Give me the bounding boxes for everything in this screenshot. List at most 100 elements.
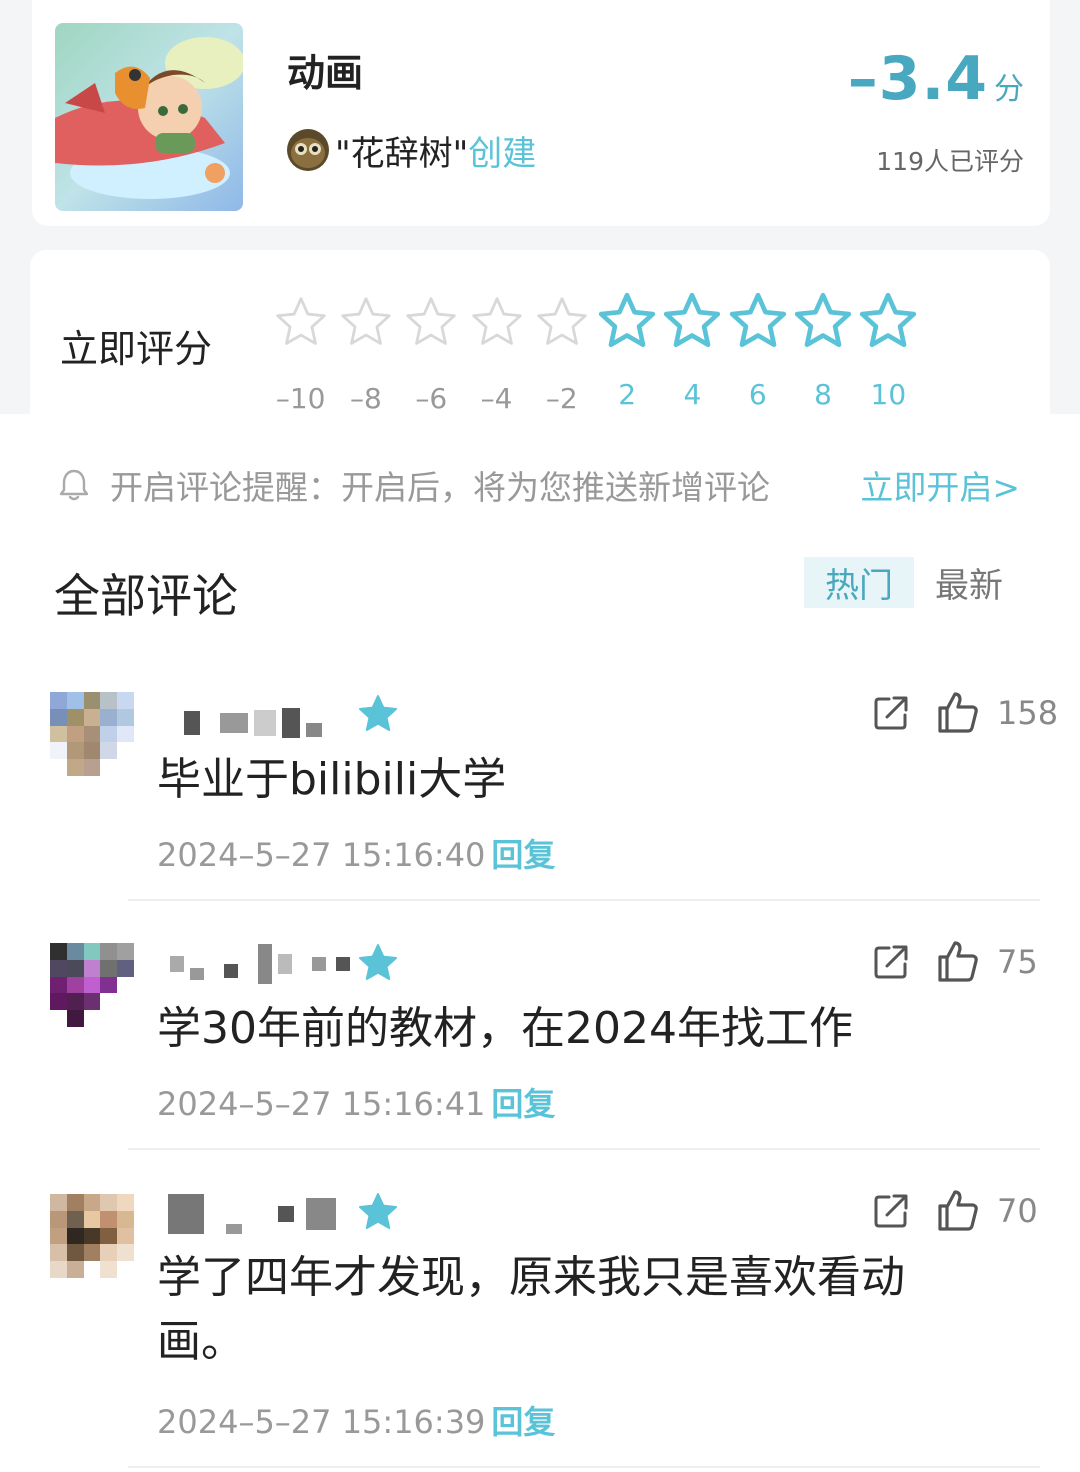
comment-text: 学30年前的教材，在2024年找工作 (157, 1003, 853, 1054)
all-comments-title: 全部评论 (54, 569, 238, 623)
avatar-mosaic-tile (50, 1244, 67, 1262)
thumbs-up-icon[interactable] (936, 690, 980, 734)
username-redacted[interactable] (160, 708, 322, 738)
star-outline-icon (860, 292, 917, 348)
star-outline-icon (794, 292, 852, 348)
rating-star-option[interactable]: 2 (594, 290, 659, 415)
rating-star-option[interactable]: –2 (529, 290, 594, 415)
reply-button[interactable]: 回复 (491, 1085, 555, 1123)
avatar-mosaic-tile (83, 1194, 101, 1211)
star-icon (359, 695, 397, 731)
avatar-mosaic-tile (50, 976, 67, 994)
avatar-mosaic-tile (100, 759, 118, 776)
avatar-mosaic-tile (50, 959, 67, 977)
like-count: 70 (997, 1192, 1038, 1230)
enable-reminder-link[interactable]: 立即开启> (860, 461, 1020, 509)
avatar-mosaic-tile (100, 1010, 118, 1027)
rating-value-label: 6 (748, 378, 767, 411)
avatar-mosaic-tile (83, 759, 101, 776)
star-outline-icon (406, 297, 456, 345)
share-icon[interactable] (872, 1192, 910, 1230)
rating-star-option[interactable]: 6 (725, 290, 790, 415)
avatar-mosaic-tile (117, 1010, 134, 1027)
avatar-mosaic-tile (66, 708, 84, 726)
tab-latest[interactable]: 最新 (914, 557, 1024, 608)
avatar-mosaic-tile (117, 692, 134, 709)
rating-star-option[interactable]: –8 (333, 290, 398, 415)
thumbs-up-icon[interactable] (936, 939, 980, 983)
avatar-mosaic-tile (50, 1210, 67, 1228)
avatar-mosaic-tile (66, 993, 84, 1011)
creator-avatar[interactable] (287, 129, 329, 171)
avatar-mosaic-tile (66, 1010, 84, 1027)
rating-star-option[interactable]: 4 (660, 290, 725, 415)
rating-value-label: 2 (618, 378, 637, 411)
rating-value-label: 10 (870, 378, 907, 411)
avatar-mosaic-tile (117, 1194, 134, 1211)
username-redacted[interactable] (160, 944, 350, 984)
score-unit: 分 (994, 72, 1024, 107)
avatar-mosaic-tile (83, 959, 101, 977)
avatar-mosaic-tile (83, 692, 101, 709)
topic-title: 动画 (287, 51, 364, 95)
star-outline-icon (598, 292, 656, 348)
avatar-mosaic-tile (50, 993, 67, 1011)
reply-button[interactable]: 回复 (491, 1403, 555, 1441)
avatar-mosaic-tile (100, 1210, 118, 1228)
avatar-mosaic-tile (50, 759, 67, 776)
avatar-mosaic-tile (100, 1244, 118, 1262)
avatar-mosaic-tile (117, 959, 134, 977)
avatar-mosaic-tile (117, 1227, 134, 1245)
rating-value-label: –6 (415, 382, 448, 415)
avatar-mosaic-tile (50, 943, 67, 960)
rating-value-label: –8 (350, 382, 382, 415)
rating-star-option[interactable]: 8 (790, 290, 855, 415)
avatar-mosaic-tile (117, 742, 134, 760)
rating-star-option[interactable]: –4 (464, 290, 529, 415)
avatar-mosaic-tile (100, 742, 118, 760)
divider (128, 1148, 1040, 1150)
avatar-mosaic-tile (83, 708, 101, 726)
avatar-mosaic-tile (50, 692, 67, 709)
username-redacted[interactable] (160, 1194, 336, 1234)
rating-star-option[interactable]: –6 (399, 290, 464, 415)
tab-hot[interactable]: 热门 (804, 557, 914, 608)
share-icon[interactable] (872, 694, 910, 732)
creator-name[interactable]: "花辞树" (335, 126, 468, 175)
reply-button[interactable]: 回复 (491, 836, 555, 874)
star-icon (359, 944, 397, 980)
comment-time: 2024–5–27 15:16:40 (157, 836, 486, 874)
comment-time: 2024–5–27 15:16:41 (157, 1085, 486, 1123)
rating-star-option[interactable]: 10 (856, 290, 921, 415)
avatar-mosaic-tile (100, 976, 118, 994)
rating-value-label: –2 (545, 382, 578, 415)
like-count: 75 (997, 943, 1038, 981)
avatar-mosaic-tile (83, 1210, 101, 1228)
star-outline-icon (537, 297, 587, 345)
avatar-mosaic-tile (66, 976, 84, 994)
avatar-mosaic-tile (66, 1261, 84, 1278)
avatar-mosaic-tile (66, 959, 84, 977)
rating-value-label: 8 (814, 378, 832, 411)
avatar[interactable] (50, 692, 134, 776)
avatar-mosaic-tile (100, 725, 118, 743)
rate-now-label: 立即评分 (60, 327, 213, 371)
share-icon[interactable] (872, 943, 910, 981)
avatar[interactable] (50, 943, 134, 1027)
avatar-mosaic-tile (83, 1227, 101, 1245)
avatar-mosaic-tile (117, 993, 134, 1011)
avatar-mosaic-tile (100, 993, 118, 1011)
avatar-mosaic-tile (83, 742, 101, 760)
star-outline-icon (729, 292, 786, 348)
rating-stars[interactable]: –10 –8 –6 –4 –2 2 4 6 8 10 (268, 290, 921, 415)
avatar-mosaic-tile (66, 742, 84, 760)
avatar[interactable] (50, 1194, 134, 1278)
avatar-mosaic-tile (117, 1261, 134, 1278)
creator-row[interactable]: "花辞树" 创建 (287, 126, 536, 175)
bell-icon (59, 469, 89, 501)
avatar-mosaic-tile (117, 725, 134, 743)
topic-cover-image[interactable] (55, 23, 243, 211)
thumbs-up-icon[interactable] (936, 1188, 980, 1232)
avatar-mosaic-tile (100, 692, 118, 709)
rating-star-option[interactable]: –10 (268, 290, 333, 415)
